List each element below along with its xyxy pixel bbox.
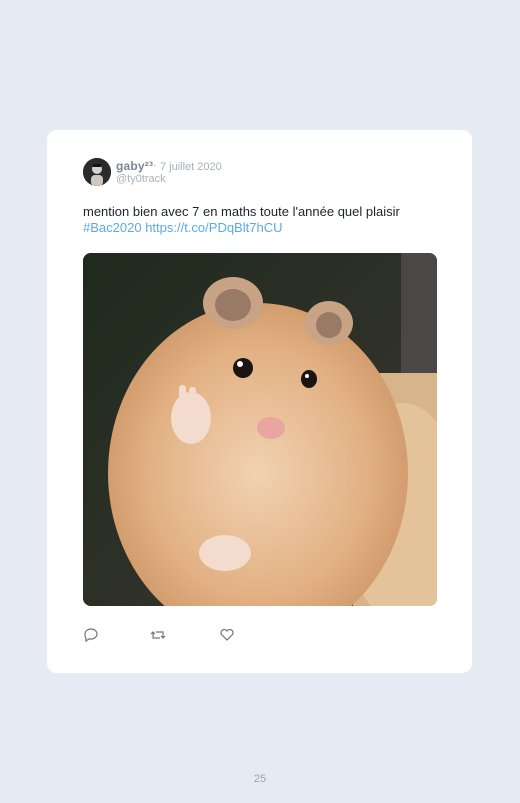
display-name[interactable]: gaby²³ bbox=[116, 159, 153, 173]
separator: · bbox=[153, 160, 157, 172]
tweet-date[interactable]: 7 juillet 2020 bbox=[160, 161, 222, 173]
tweet-body: mention bien avec 7 en maths toute l'ann… bbox=[83, 204, 400, 219]
reply-icon[interactable] bbox=[83, 627, 99, 643]
page-number: 25 bbox=[253, 773, 267, 785]
tweet-actions bbox=[83, 627, 283, 643]
user-handle[interactable]: @ty0track bbox=[116, 173, 166, 185]
url-link[interactable]: https://t.co/PDqBlt7hCU bbox=[145, 220, 282, 235]
retweet-icon[interactable] bbox=[150, 627, 166, 643]
tweet-media-image[interactable] bbox=[83, 253, 437, 606]
tweet-links: #Bac2020 https://t.co/PDqBlt7hCU bbox=[83, 220, 443, 236]
tweet-text: mention bien avec 7 en maths toute l'ann… bbox=[83, 204, 443, 236]
hamster-image bbox=[83, 253, 437, 606]
hashtag-link[interactable]: #Bac2020 bbox=[83, 220, 142, 235]
like-icon[interactable] bbox=[219, 627, 235, 643]
tweet-card: gaby²³ · 7 juillet 2020 @ty0track mentio… bbox=[47, 130, 472, 673]
avatar[interactable] bbox=[83, 158, 111, 186]
